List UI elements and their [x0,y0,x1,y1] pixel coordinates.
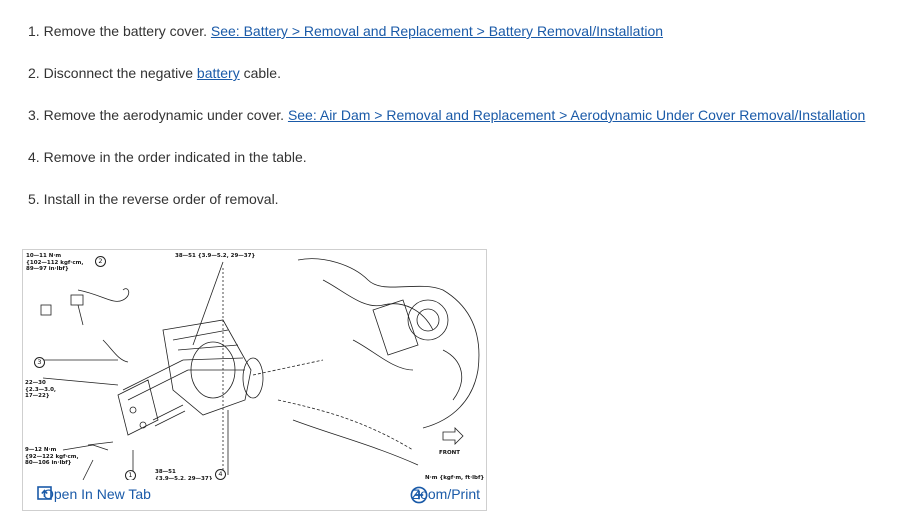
figure-action-bar: Open In New Tab Zoom/Print [23,480,486,510]
callout-2: 2 [95,256,106,267]
step-2-text-after: cable. [243,65,281,81]
torque-spec-left-bottom: 9—12 N·m {92—122 kgf·cm, 80—106 in·lbf} [25,447,79,466]
zoom-print-button[interactable]: Zoom/Print [410,486,480,504]
step-1-number: 1. [28,23,40,39]
torque-spec-top-left: 10—11 N·m {102—112 kgf·cm, 89—97 in·lbf} [26,253,84,272]
step-1: 1. Remove the battery cover. See: Batter… [28,22,663,40]
step-2-number: 2. [28,65,40,81]
battery-link[interactable]: battery [197,65,240,81]
callout-4: 4 [215,469,226,480]
open-in-new-tab-button[interactable]: Open In New Tab [37,486,151,502]
step-3-text: Remove the aerodynamic under cover. [43,107,285,123]
step-5-number: 5. [28,191,40,207]
step-5-text: Install in the reverse order of removal. [43,191,279,207]
step-3: 3. Remove the aerodynamic under cover. S… [28,106,865,124]
callout-3: 3 [34,357,45,368]
starter-exploded-diagram [40,258,480,481]
step-4-text: Remove in the order indicated in the tab… [43,149,307,165]
battery-removal-link[interactable]: See: Battery > Removal and Replacement >… [211,23,663,39]
step-1-text: Remove the battery cover. [43,23,207,39]
front-label: FRONT [439,450,461,456]
step-5: 5. Install in the reverse order of remov… [28,190,279,208]
starter-diagram-figure[interactable]: 10—11 N·m {102—112 kgf·cm, 89—97 in·lbf}… [22,249,487,511]
torque-spec-top-center: 38—51 {3.9—5.2, 29—37} [175,253,256,259]
torque-spec-left-mid: 22—30 {2.3—3.0, 17—22} [25,380,56,399]
step-2: 2. Disconnect the negative battery cable… [28,64,281,82]
step-2-text: Disconnect the negative [43,65,194,81]
under-cover-removal-link[interactable]: See: Air Dam > Removal and Replacement >… [288,107,865,123]
step-4-number: 4. [28,149,40,165]
step-3-number: 3. [28,107,40,123]
open-in-new-tab-label: Open In New Tab [43,486,151,502]
step-4: 4. Remove in the order indicated in the … [28,148,307,166]
